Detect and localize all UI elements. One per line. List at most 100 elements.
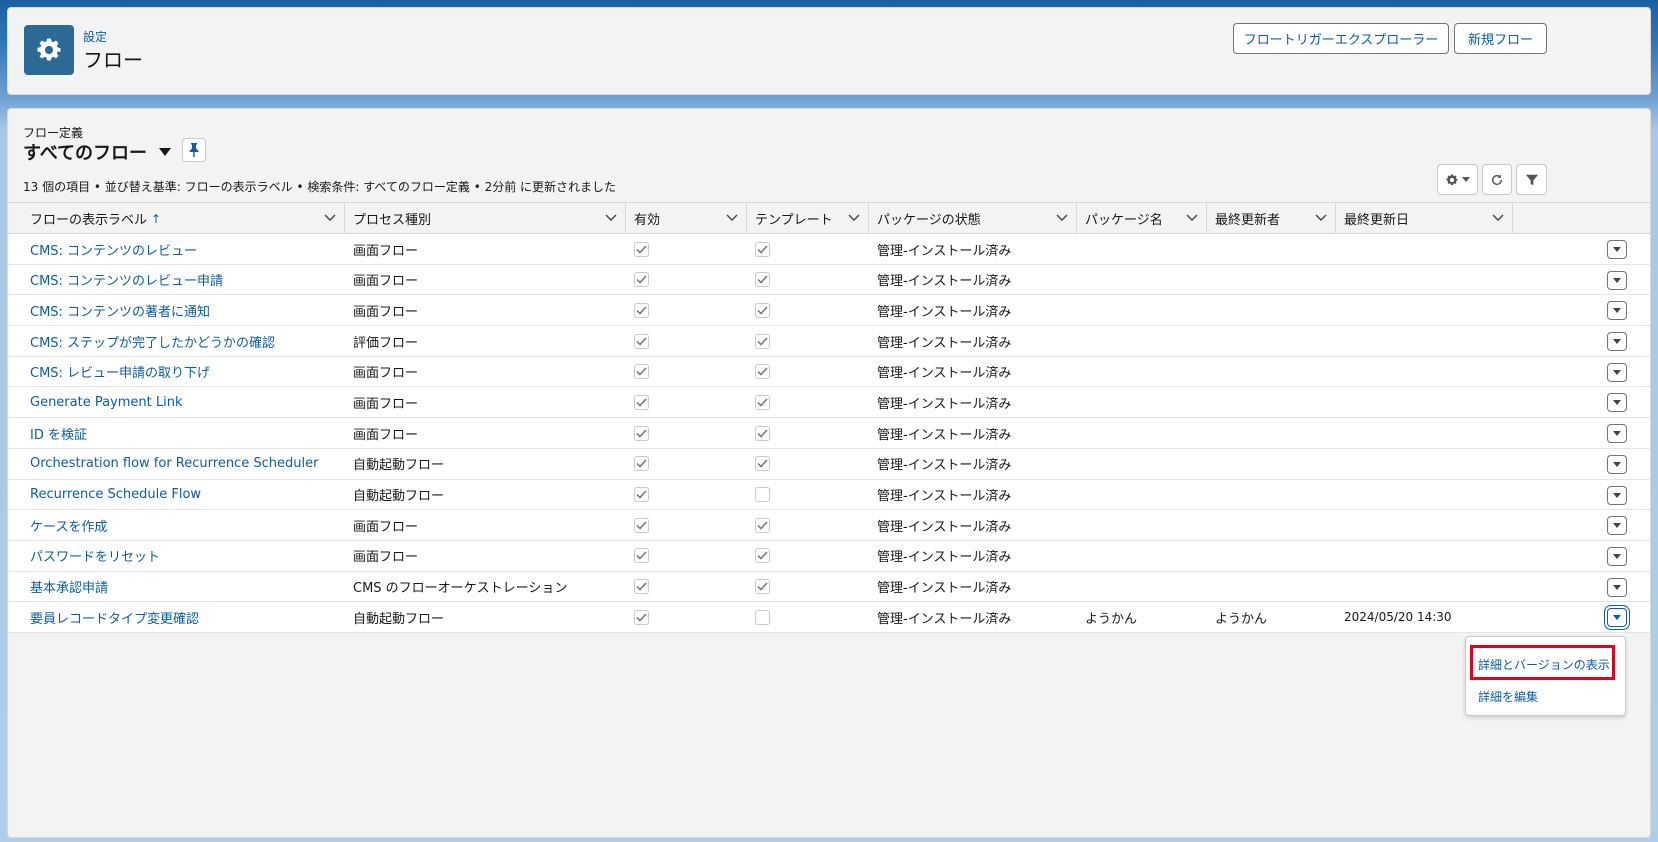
- flow-label-link[interactable]: CMS: レビュー申請の取り下げ: [30, 357, 210, 387]
- page-title: フロー: [83, 48, 143, 72]
- process-type-cell: 画面フロー: [353, 243, 419, 259]
- flow-label-link[interactable]: CMS: ステップが完了したかどうかの確認: [30, 326, 275, 356]
- row-action-menu: 詳細とバージョンの表示 詳細を編集: [1465, 636, 1626, 716]
- active-checkbox: [634, 517, 649, 533]
- flow-label-link[interactable]: Recurrence Schedule Flow: [30, 480, 201, 510]
- column-header-package-status[interactable]: パッケージの状態: [869, 203, 1077, 234]
- flow-label-link[interactable]: 要員レコードタイプ変更確認: [30, 602, 199, 632]
- process-type-cell: 画面フロー: [353, 550, 419, 566]
- refresh-icon: [1491, 173, 1503, 185]
- row-action-button[interactable]: [1607, 270, 1627, 290]
- active-cell: [634, 357, 649, 387]
- chevron-down-icon[interactable]: [726, 214, 738, 222]
- chevron-down-icon[interactable]: [848, 214, 860, 222]
- chevron-down-icon: [1613, 277, 1621, 283]
- flow-label-link[interactable]: CMS: コンテンツのレビュー: [30, 234, 197, 264]
- table-row: パスワードをリセット 画面フロー 管理-インストール済み: [8, 540, 1650, 572]
- menu-item-edit-details[interactable]: 詳細を編集: [1478, 688, 1538, 705]
- table-row: CMS: コンテンツのレビュー申請 画面フロー 管理-インストール済み: [8, 264, 1650, 296]
- template-cell: [755, 387, 770, 417]
- row-action-button[interactable]: [1607, 332, 1627, 352]
- flow-label-link[interactable]: Orchestration flow for Recurrence Schedu…: [30, 449, 318, 479]
- row-action-button[interactable]: [1607, 301, 1627, 321]
- row-action-button[interactable]: [1607, 393, 1627, 413]
- chevron-down-icon: [1613, 461, 1621, 467]
- row-action-button[interactable]: [1607, 516, 1627, 536]
- active-checkbox: [634, 487, 649, 502]
- pin-button[interactable]: [182, 138, 206, 162]
- menu-item-view-details[interactable]: 詳細とバージョンの表示: [1478, 656, 1610, 673]
- row-action-button[interactable]: [1607, 424, 1627, 444]
- filter-icon: [1525, 174, 1538, 185]
- chevron-down-icon[interactable]: [1186, 214, 1198, 222]
- flow-label-link[interactable]: CMS: コンテンツのレビュー申請: [30, 265, 223, 295]
- flow-trigger-explorer-button[interactable]: フロートリガーエクスプローラー: [1233, 23, 1449, 54]
- active-checkbox: [634, 394, 649, 410]
- chevron-down-icon: [1613, 492, 1621, 498]
- chevron-down-icon[interactable]: [1492, 214, 1504, 222]
- table-row: CMS: コンテンツのレビュー 画面フロー 管理-インストール済み: [8, 234, 1650, 265]
- column-header-label[interactable]: フローの表示ラベル ↑: [8, 203, 345, 234]
- process-type-cell: 自動起動フロー: [353, 458, 445, 474]
- flow-label-link[interactable]: パスワードをリセット: [30, 541, 160, 571]
- active-checkbox: [634, 302, 649, 318]
- package-status-cell: 管理-インストール済み: [877, 396, 1012, 412]
- template-cell: [755, 572, 770, 602]
- chevron-down-icon[interactable]: [605, 214, 617, 222]
- template-checkbox: [755, 425, 770, 441]
- table-body: CMS: コンテンツのレビュー 画面フロー 管理-インストール済み CMS: コンテン…: [8, 234, 1650, 633]
- gear-icon: [1446, 174, 1458, 185]
- template-cell: [755, 357, 770, 387]
- caret-down-icon[interactable]: [159, 148, 172, 156]
- template-checkbox: [755, 302, 770, 318]
- flow-label-link[interactable]: ID を検証: [30, 418, 87, 448]
- row-action-button[interactable]: [1607, 546, 1627, 566]
- process-type-cell: 評価フロー: [353, 335, 419, 351]
- flow-label-link[interactable]: Generate Payment Link: [30, 387, 183, 417]
- active-checkbox: [634, 364, 649, 380]
- column-header-modified-date[interactable]: 最終更新日: [1336, 203, 1513, 234]
- flow-label-link[interactable]: ケースを作成: [30, 510, 107, 540]
- page-header: 設定 フロー フロートリガーエクスプローラー 新規フロー: [7, 7, 1651, 95]
- chevron-down-icon[interactable]: [1056, 214, 1068, 222]
- breadcrumb[interactable]: 設定: [83, 28, 107, 45]
- active-cell: [634, 265, 649, 295]
- active-checkbox: [634, 548, 649, 564]
- row-action-button[interactable]: [1607, 454, 1627, 474]
- filter-button[interactable]: [1516, 164, 1547, 195]
- template-cell: [755, 234, 770, 264]
- package-status-cell: 管理-インストール済み: [877, 335, 1012, 351]
- table-row: 要員レコードタイプ変更確認 自動起動フロー 管理-インストール済み ようかん ようかん 2…: [8, 602, 1650, 633]
- active-cell: [634, 295, 649, 325]
- package-status-cell: 管理-インストール済み: [877, 366, 1012, 382]
- flow-label-link[interactable]: 基本承認申請: [30, 572, 108, 602]
- package-status-cell: 管理-インストール済み: [877, 581, 1012, 597]
- chevron-down-icon[interactable]: [1315, 214, 1327, 222]
- row-action-button[interactable]: [1607, 485, 1627, 505]
- row-action-button[interactable]: [1607, 577, 1627, 597]
- list-settings-button[interactable]: [1437, 164, 1478, 195]
- package-status-cell: 管理-インストール済み: [877, 427, 1012, 443]
- row-action-button[interactable]: [1607, 240, 1627, 259]
- chevron-down-icon: [1613, 308, 1621, 314]
- row-action-button[interactable]: [1607, 362, 1627, 382]
- chevron-down-icon[interactable]: [324, 214, 336, 222]
- chevron-down-icon: [1613, 584, 1621, 590]
- column-header-template[interactable]: テンプレート: [747, 203, 869, 234]
- list-view-selector[interactable]: すべてのフロー: [23, 139, 172, 165]
- flow-label-link[interactable]: CMS: コンテンツの著者に通知: [30, 295, 210, 325]
- chevron-down-icon: [1462, 177, 1470, 182]
- template-checkbox: [755, 548, 770, 564]
- column-header-active[interactable]: 有効: [626, 203, 747, 234]
- chevron-down-icon: [1613, 369, 1621, 375]
- new-flow-button[interactable]: 新規フロー: [1454, 23, 1547, 54]
- column-header-modified-by[interactable]: 最終更新者: [1207, 203, 1336, 234]
- row-action-button[interactable]: [1604, 605, 1630, 631]
- chevron-down-icon: [1613, 553, 1621, 559]
- column-header-process-type[interactable]: プロセス種別: [345, 203, 626, 234]
- sort-arrow-icon: ↑: [151, 211, 162, 226]
- package-status-cell: 管理-インストール済み: [877, 611, 1012, 627]
- table-row: CMS: ステップが完了したかどうかの確認 評価フロー 管理-インストール済み: [8, 326, 1650, 357]
- column-header-package-name[interactable]: パッケージ名: [1077, 203, 1207, 234]
- refresh-button[interactable]: [1482, 164, 1512, 195]
